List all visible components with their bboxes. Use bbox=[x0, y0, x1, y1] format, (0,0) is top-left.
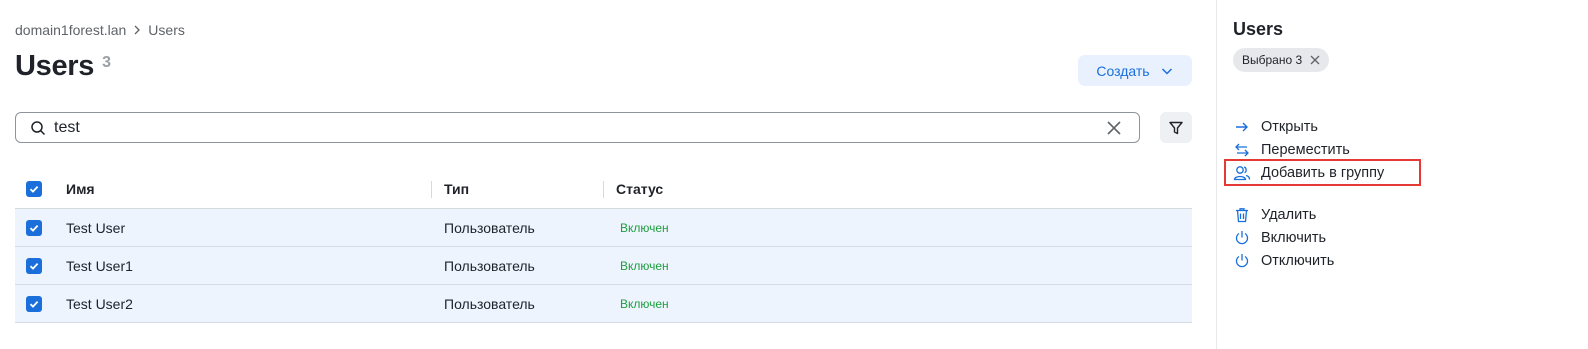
row-name: Test User1 bbox=[66, 257, 133, 274]
power-icon bbox=[1233, 229, 1251, 247]
breadcrumb: domain1forest.lan Users bbox=[15, 22, 185, 38]
clear-search-button[interactable] bbox=[1097, 114, 1131, 142]
selection-chip: Выбрано 3 bbox=[1233, 48, 1330, 72]
action-label: Удалить bbox=[1261, 207, 1317, 223]
select-all-checkbox[interactable] bbox=[26, 181, 42, 197]
filter-button[interactable] bbox=[1160, 112, 1192, 143]
checkmark-icon bbox=[29, 262, 39, 270]
users-icon bbox=[1233, 164, 1251, 182]
row-name: Test User bbox=[66, 219, 126, 236]
action-label: Переместить bbox=[1261, 142, 1350, 158]
create-button-label: Создать bbox=[1096, 62, 1150, 79]
action-move[interactable]: Переместить bbox=[1233, 140, 1350, 160]
chevron-right-icon bbox=[134, 25, 141, 35]
row-checkbox[interactable] bbox=[26, 257, 42, 274]
arrow-right-icon bbox=[1233, 118, 1251, 136]
checkmark-icon bbox=[29, 185, 39, 193]
filter-icon bbox=[1169, 121, 1183, 134]
row-type: Пользователь bbox=[444, 295, 535, 312]
breadcrumb-current: Users bbox=[148, 22, 185, 38]
header-name[interactable]: Имя bbox=[66, 181, 95, 197]
row-checkbox[interactable] bbox=[26, 219, 42, 236]
column-divider[interactable] bbox=[431, 181, 432, 198]
header-type[interactable]: Тип bbox=[444, 181, 469, 197]
search-box bbox=[15, 112, 1140, 143]
table-row[interactable]: Test User2 Пользователь Включен bbox=[15, 285, 1192, 323]
search-icon bbox=[31, 120, 46, 135]
column-divider[interactable] bbox=[603, 181, 604, 198]
table-row[interactable]: Test User Пользователь Включен bbox=[15, 209, 1192, 247]
page-title: Users bbox=[15, 50, 95, 82]
row-type: Пользователь bbox=[444, 257, 535, 274]
status-badge: Включен bbox=[620, 296, 669, 311]
header-status[interactable]: Статус bbox=[616, 181, 663, 197]
status-badge: Включен bbox=[620, 258, 669, 273]
title-row: Users 3 bbox=[15, 50, 111, 83]
row-name: Test User2 bbox=[66, 295, 133, 312]
main-panel: domain1forest.lan Users Users 3 Создать … bbox=[0, 0, 1216, 349]
action-label: Включить bbox=[1261, 230, 1327, 246]
row-checkbox[interactable] bbox=[26, 295, 42, 312]
trash-icon bbox=[1233, 206, 1251, 224]
create-button[interactable]: Создать bbox=[1078, 55, 1192, 86]
checkmark-icon bbox=[29, 300, 39, 308]
action-label: Открыть bbox=[1261, 119, 1318, 135]
breadcrumb-root[interactable]: domain1forest.lan bbox=[15, 22, 126, 38]
users-count: 3 bbox=[102, 54, 112, 71]
table-header: Имя Тип Статус bbox=[15, 170, 1192, 209]
close-icon bbox=[1107, 120, 1121, 135]
action-label: Добавить в группу bbox=[1261, 165, 1385, 181]
actions-sidebar: Users Выбрано 3 Открыть Переместить Доба… bbox=[1216, 0, 1588, 349]
checkmark-icon bbox=[29, 224, 39, 232]
table-row[interactable]: Test User1 Пользователь Включен bbox=[15, 247, 1192, 285]
action-delete[interactable]: Удалить bbox=[1233, 205, 1316, 225]
action-disable[interactable]: Отключить bbox=[1233, 251, 1334, 271]
swap-arrows-icon bbox=[1233, 141, 1251, 159]
clear-selection-button[interactable] bbox=[1309, 54, 1321, 66]
action-label: Отключить bbox=[1261, 253, 1335, 269]
search-input[interactable] bbox=[54, 118, 1097, 137]
action-enable[interactable]: Включить bbox=[1233, 228, 1326, 248]
power-icon bbox=[1233, 252, 1251, 270]
users-table: Имя Тип Статус Test User Пользователь Вк… bbox=[15, 170, 1192, 323]
close-icon bbox=[1310, 55, 1320, 65]
row-type: Пользователь bbox=[444, 219, 535, 236]
action-add-to-group[interactable]: Добавить в группу bbox=[1233, 163, 1384, 183]
sidebar-title: Users bbox=[1233, 19, 1284, 39]
action-open[interactable]: Открыть bbox=[1233, 117, 1318, 137]
chevron-down-icon bbox=[1161, 67, 1172, 75]
status-badge: Включен bbox=[620, 220, 669, 235]
selection-chip-label: Выбрано 3 bbox=[1242, 53, 1303, 67]
